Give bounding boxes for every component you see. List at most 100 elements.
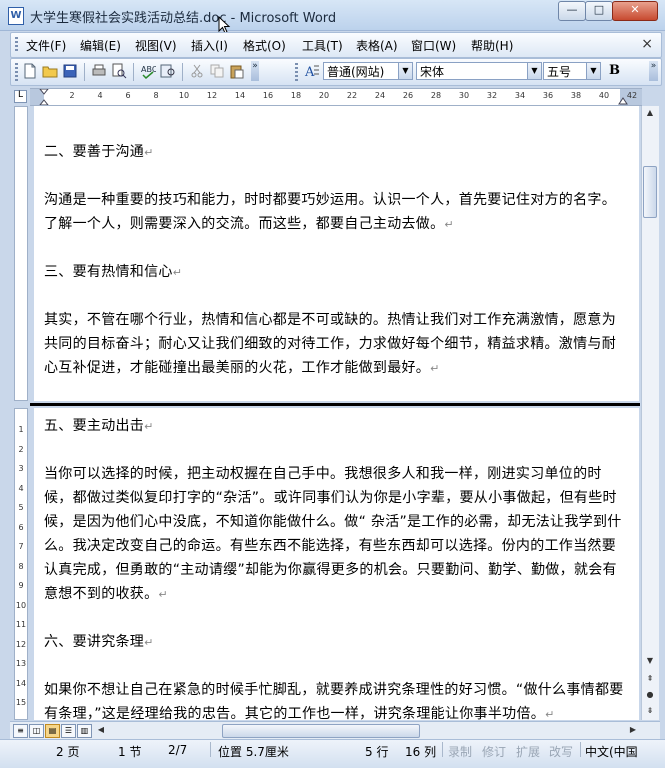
web-layout-view-icon[interactable]: ◫	[29, 724, 44, 738]
ruler-tick-label: 12	[206, 91, 218, 100]
vertical-ruler-bottom[interactable]: 1 2 3 4 5 6 7 8 9 10 11 12 13 14 15	[14, 408, 28, 720]
word-app-icon[interactable]: W	[8, 7, 24, 25]
scroll-right-icon[interactable]: ▶	[626, 723, 640, 737]
outline-view-icon[interactable]: ☰	[61, 724, 76, 738]
previous-page-icon[interactable]: ⇞	[643, 672, 657, 686]
font-size-combo[interactable]: 五号 ▼	[543, 62, 601, 80]
status-record[interactable]: 录制	[448, 743, 472, 760]
paragraph-mark-icon: ↵	[144, 420, 154, 433]
copy-icon[interactable]	[209, 63, 225, 79]
ruler-tick-label: 24	[374, 91, 386, 100]
menu-insert[interactable]: 插入(I)	[191, 37, 228, 54]
research-icon[interactable]	[160, 63, 176, 79]
heading-3: 三、要有热情和信心↵	[44, 264, 183, 280]
paragraph-mark-icon: ↵	[158, 588, 168, 601]
document-pane-bottom[interactable]: 五、要主动出击↵ 当你可以选择的时候，把主动权握在自己手中。我想很多人和我一样，…	[34, 408, 639, 720]
menu-format[interactable]: 格式(O)	[243, 37, 286, 54]
status-section: 1 节	[118, 745, 142, 759]
ruler-tick-label: 30	[458, 91, 470, 100]
new-document-icon[interactable]	[22, 63, 38, 79]
menu-tools[interactable]: 工具(T)	[302, 37, 343, 54]
toolbar-grip-handle[interactable]	[295, 63, 298, 81]
close-button[interactable]: ✕	[612, 1, 658, 21]
spelling-check-icon[interactable]: ABC	[140, 63, 156, 79]
styles-icon[interactable]: A	[304, 63, 320, 79]
ruler-tick-label: 32	[486, 91, 498, 100]
horizontal-ruler[interactable]: 2 4 6 8 10 12 14 16 18 20 22 24 26 28 30 32 34 36 38 40 42	[30, 88, 642, 106]
font-combo-value: 宋体	[420, 65, 445, 79]
select-browse-object-icon[interactable]: ●	[643, 688, 657, 702]
menu-grip-handle[interactable]	[15, 37, 18, 53]
print-preview-icon[interactable]	[111, 63, 127, 79]
paragraph: 如果你不想让自己在紧急的时候手忙脚乱，就要养成讲究条理性的好习惯。“做什么事情都…	[44, 682, 624, 720]
horizontal-scroll-thumb[interactable]	[222, 724, 420, 738]
paragraph-mark-icon: ↵	[444, 218, 454, 231]
scroll-down-icon[interactable]: ▼	[643, 654, 657, 668]
chevron-down-icon[interactable]: ▼	[586, 63, 600, 79]
toolbar-grip-handle[interactable]	[15, 63, 18, 81]
vertical-ruler-top[interactable]	[14, 106, 28, 401]
normal-view-icon[interactable]: ≡	[13, 724, 28, 738]
ruler-tick-label: 36	[542, 91, 554, 100]
vertical-scrollbar[interactable]: ▲ ▼ ⇞ ● ⇟	[641, 106, 659, 720]
document-pane-top[interactable]: ━━━━━━━━━━━━━━━━━━━━━━━━━━━━━━━━━━ 二、要善于…	[34, 106, 639, 401]
ruler-tick-label: 40	[598, 91, 610, 100]
scroll-left-icon[interactable]: ◀	[94, 723, 108, 737]
scroll-up-icon[interactable]: ▲	[643, 106, 657, 120]
heading-2: 二、要善于沟通↵	[44, 144, 154, 160]
print-icon[interactable]	[91, 63, 107, 79]
next-page-icon[interactable]: ⇟	[643, 704, 657, 718]
menu-table[interactable]: 表格(A)	[356, 37, 398, 54]
tab-selector[interactable]: L	[14, 90, 27, 103]
paragraph-mark-icon: ↵	[144, 636, 154, 649]
toolbar-overflow-chevron-icon[interactable]: »	[649, 61, 658, 81]
document-close-icon[interactable]: ×	[641, 36, 653, 52]
status-bar: 2 页 1 节 2/7 位置 5.7厘米 5 行 16 列 录制 修订 扩展 改…	[0, 739, 665, 768]
status-overtype[interactable]: 改写	[549, 743, 573, 760]
ruler-tick-label: 16	[262, 91, 274, 100]
vertical-scroll-thumb[interactable]	[643, 166, 657, 218]
vertical-ruler-tick-label: 12	[15, 639, 27, 649]
status-page-count: 2/7	[168, 743, 188, 757]
menu-window[interactable]: 窗口(W)	[411, 37, 456, 54]
menu-view[interactable]: 视图(V)	[135, 37, 177, 54]
status-track-changes[interactable]: 修订	[482, 743, 506, 760]
paste-icon[interactable]	[229, 63, 245, 79]
reading-layout-view-icon[interactable]: ▥	[77, 724, 92, 738]
menu-help[interactable]: 帮助(H)	[471, 37, 513, 54]
status-line: 5 行	[365, 745, 389, 759]
toolbar-separator	[133, 63, 134, 81]
minimize-button[interactable]: —	[558, 1, 586, 21]
chevron-down-icon[interactable]: ▼	[398, 63, 412, 79]
vertical-ruler-tick-label: 2	[18, 444, 24, 454]
font-combo[interactable]: 宋体 ▼	[416, 62, 542, 80]
chevron-down-icon[interactable]: ▼	[527, 63, 541, 79]
print-layout-view-icon[interactable]: ▤	[45, 724, 60, 738]
status-separator	[210, 742, 211, 757]
menu-file[interactable]: 文件(F)	[26, 37, 66, 54]
heading-6: 六、要讲究条理↵	[44, 634, 154, 650]
save-icon[interactable]	[62, 63, 78, 79]
vertical-ruler-tick-label: 6	[18, 522, 24, 532]
vertical-ruler-tick-label: 5	[18, 503, 24, 512]
font-size-combo-value: 五号	[547, 65, 572, 79]
toolbar-overflow-chevron-icon[interactable]: »	[251, 61, 259, 81]
window-title: 大学生寒假社会实践活动总结.doc - Microsoft Word	[30, 11, 337, 26]
vertical-ruler-tick-label: 1	[18, 425, 24, 434]
vertical-ruler-tick-label: 3	[18, 464, 24, 473]
cut-icon[interactable]	[189, 63, 205, 79]
heading-5: 五、要主动出击↵	[44, 418, 154, 434]
window-split-bar[interactable]	[30, 403, 640, 406]
status-position: 位置 5.7厘米	[218, 745, 289, 759]
paragraph-mark-icon: ↵	[172, 266, 183, 279]
style-combo[interactable]: 普通(网站) ▼	[323, 62, 413, 80]
open-folder-icon[interactable]	[42, 63, 58, 79]
ruler-tick-label: 26	[402, 91, 414, 100]
indent-marker-icon[interactable]	[39, 89, 49, 105]
bold-button[interactable]: B	[609, 63, 620, 78]
menu-edit[interactable]: 编辑(E)	[80, 37, 121, 54]
maximize-button[interactable]: □	[585, 1, 613, 21]
status-page: 2 页	[56, 745, 80, 759]
status-extend[interactable]: 扩展	[516, 743, 540, 760]
vertical-ruler-tick-label: 8	[18, 561, 24, 571]
